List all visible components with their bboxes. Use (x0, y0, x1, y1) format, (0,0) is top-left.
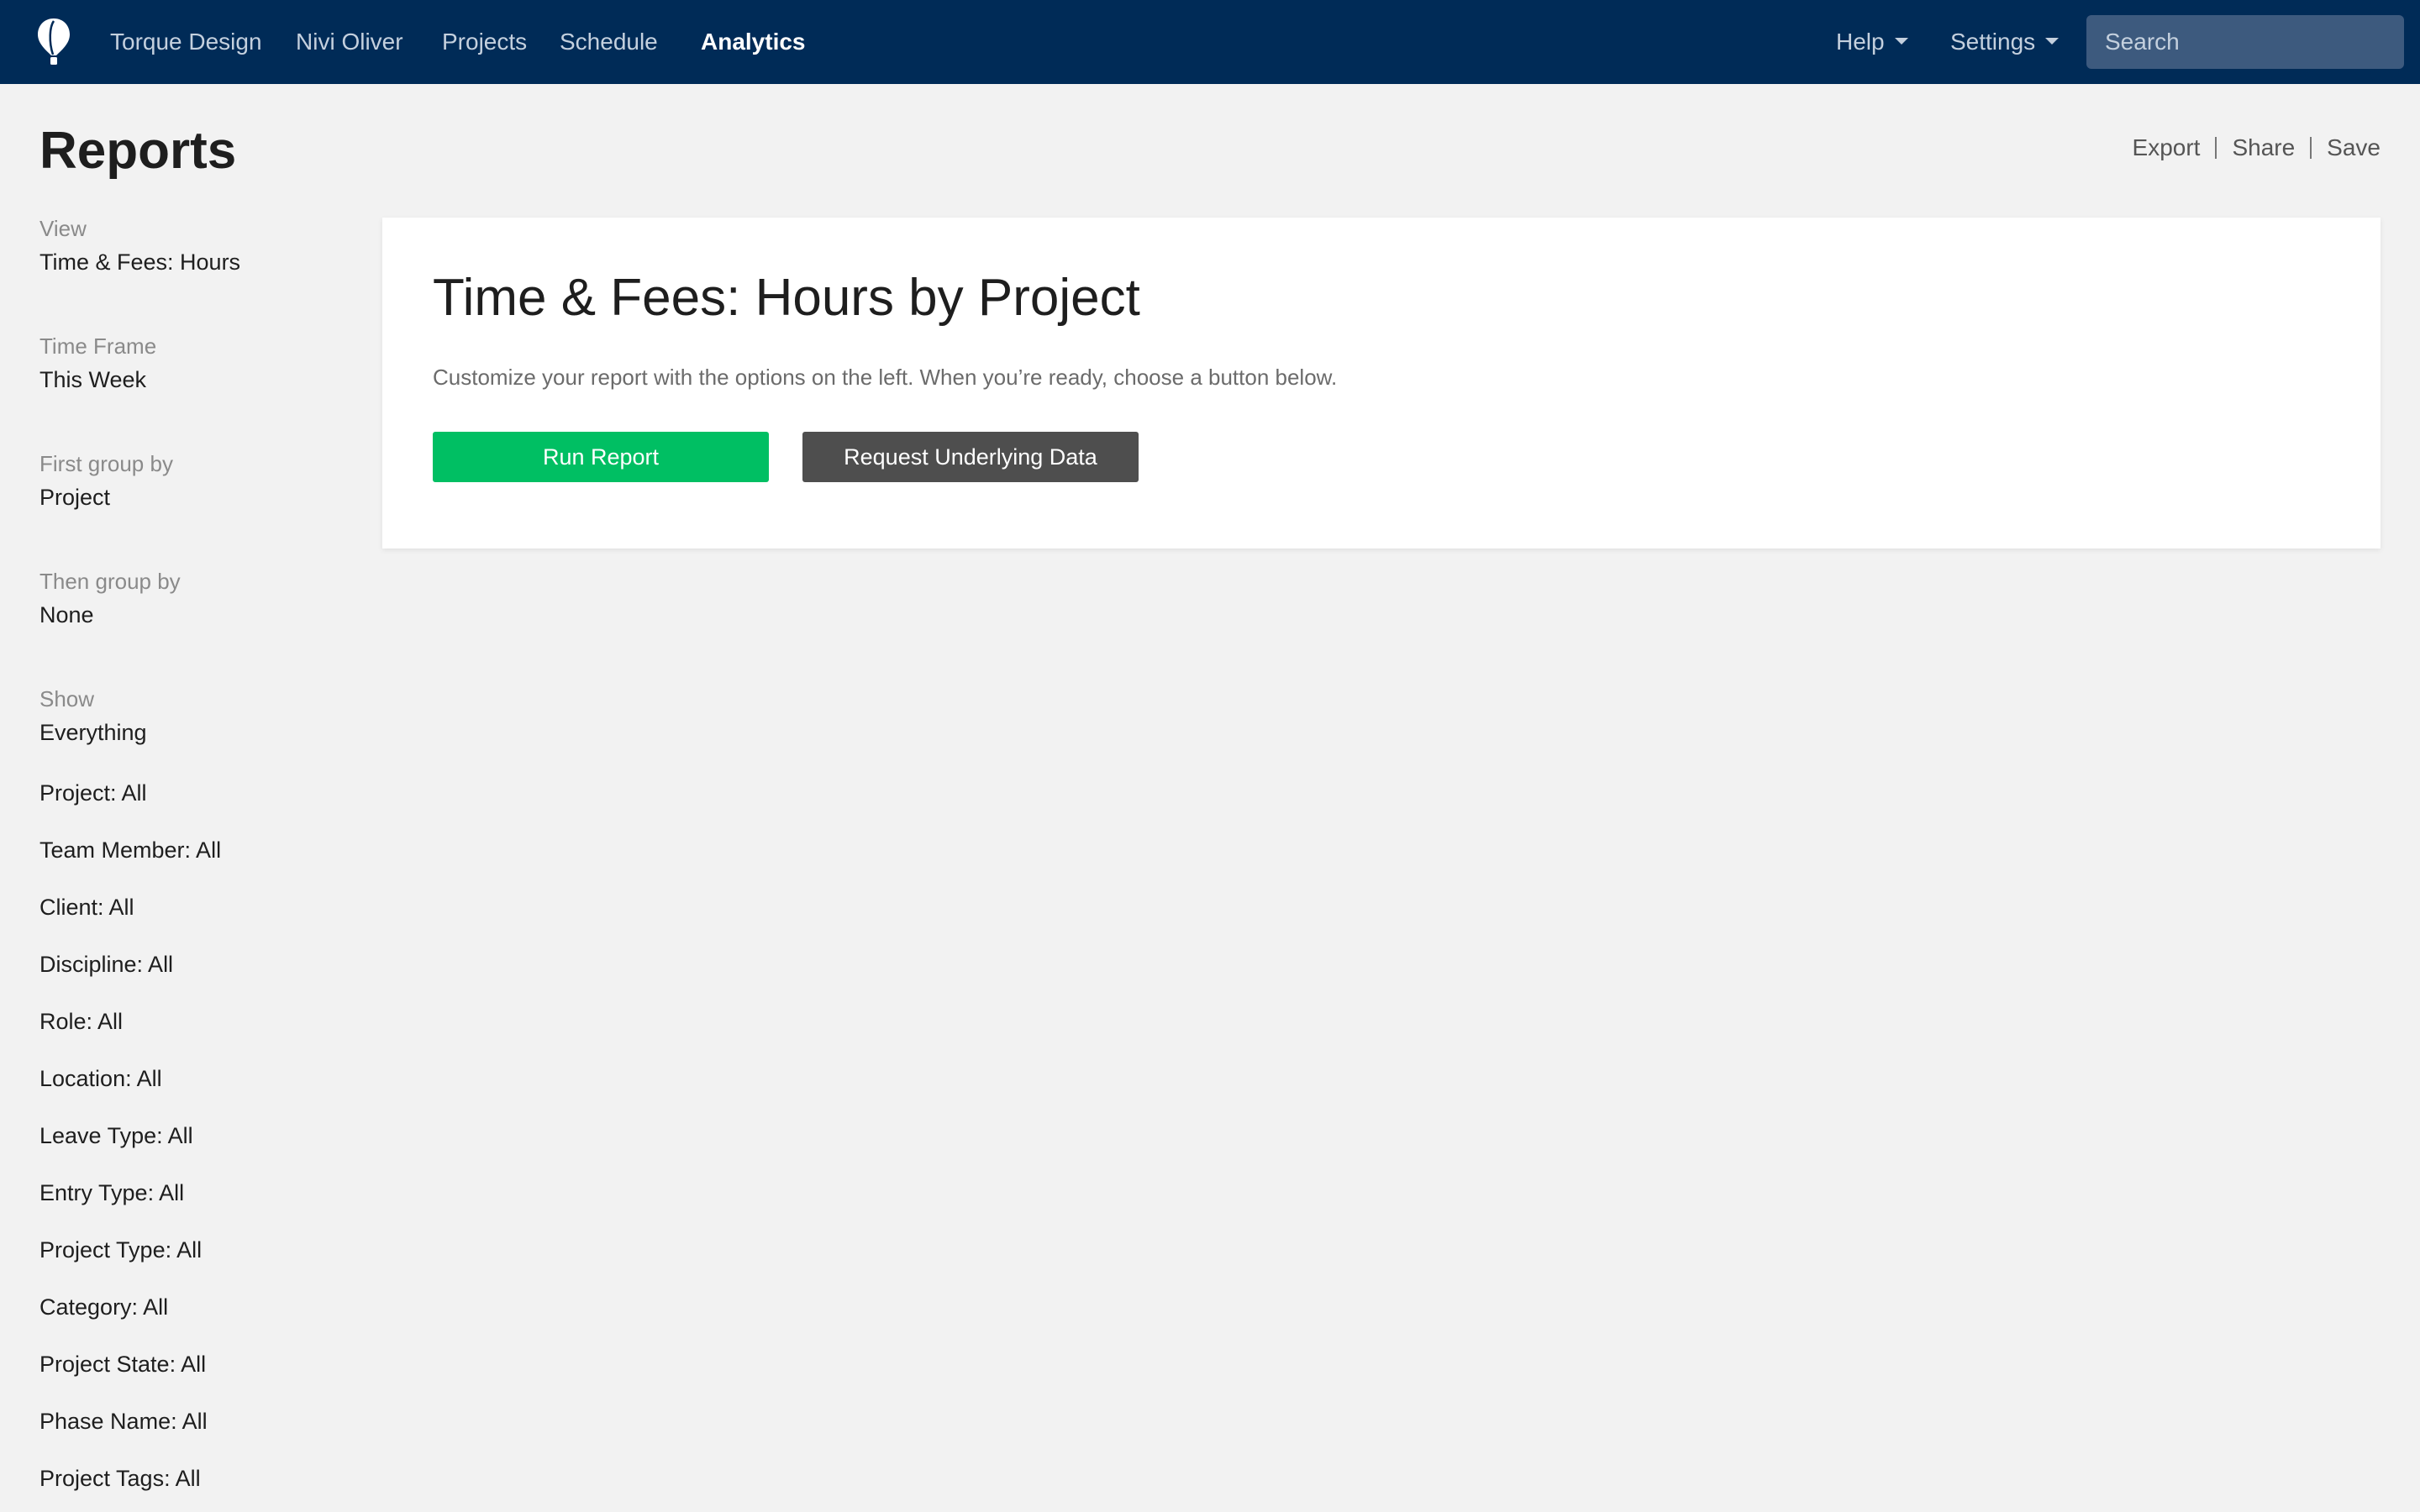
nav-link-torque-design[interactable]: Torque Design (110, 0, 262, 84)
filter-location[interactable]: Location: All (39, 1060, 162, 1097)
chevron-down-icon (1894, 37, 1908, 45)
help-dropdown[interactable]: Help (1836, 0, 1908, 84)
filter-client[interactable]: Client: All (39, 889, 134, 926)
filter-discipline[interactable]: Discipline: All (39, 946, 173, 983)
option-first-group-by: First group by Project (39, 449, 342, 516)
option-value-time-frame[interactable]: This Week (39, 361, 342, 398)
help-label: Help (1836, 29, 1885, 55)
balloon-logo-icon[interactable] (35, 17, 72, 66)
request-underlying-data-button[interactable]: Request Underlying Data (802, 432, 1139, 482)
filter-leave-type[interactable]: Leave Type: All (39, 1117, 193, 1154)
page-title: Reports (39, 122, 237, 180)
filter-entry-type[interactable]: Entry Type: All (39, 1174, 184, 1211)
option-label: View (39, 216, 87, 241)
option-label: Then group by (39, 569, 181, 594)
divider (2310, 136, 2312, 159)
option-value-view[interactable]: Time & Fees: Hours (39, 244, 342, 281)
filter-project-type[interactable]: Project Type: All (39, 1231, 202, 1268)
option-value-then-group-by[interactable]: None (39, 596, 342, 633)
option-label: Time Frame (39, 333, 157, 359)
filter-team-member[interactable]: Team Member: All (39, 832, 221, 869)
search-input[interactable] (2086, 15, 2404, 69)
option-then-group-by: Then group by None (39, 566, 342, 633)
filter-category[interactable]: Category: All (39, 1289, 168, 1326)
nav-link-analytics[interactable]: Analytics (701, 0, 806, 84)
chevron-down-icon (2045, 37, 2060, 45)
filter-project-tags[interactable]: Project Tags: All (39, 1460, 201, 1497)
divider (2215, 136, 2217, 159)
option-label: Show (39, 686, 95, 711)
run-report-button[interactable]: Run Report (433, 432, 769, 482)
nav-link-schedule[interactable]: Schedule (560, 0, 658, 84)
share-link[interactable]: Share (2232, 134, 2295, 160)
top-navigation-bar: Torque Design Nivi Oliver Projects Sched… (0, 0, 2420, 84)
save-link[interactable]: Save (2327, 134, 2381, 160)
filter-phase-name[interactable]: Phase Name: All (39, 1403, 208, 1440)
option-show: Show Everything (39, 684, 342, 751)
report-card: Time & Fees: Hours by Project Customize … (382, 218, 2381, 549)
report-description: Customize your report with the options o… (433, 365, 1338, 390)
filter-project[interactable]: Project: All (39, 774, 147, 811)
nav-link-nivi-oliver[interactable]: Nivi Oliver (296, 0, 403, 84)
nav-link-projects[interactable]: Projects (442, 0, 527, 84)
option-value-first-group-by[interactable]: Project (39, 479, 342, 516)
settings-dropdown[interactable]: Settings (1950, 0, 2060, 84)
page-actions: Export Share Save (2133, 131, 2381, 165)
filter-project-state[interactable]: Project State: All (39, 1346, 206, 1383)
option-time-frame: Time Frame This Week (39, 331, 342, 398)
export-link[interactable]: Export (2133, 134, 2201, 160)
filter-role[interactable]: Role: All (39, 1003, 123, 1040)
option-value-show[interactable]: Everything (39, 714, 342, 751)
settings-label: Settings (1950, 29, 2036, 55)
option-label: First group by (39, 451, 173, 476)
report-title: Time & Fees: Hours by Project (433, 269, 1140, 327)
option-view: View Time & Fees: Hours (39, 213, 342, 281)
